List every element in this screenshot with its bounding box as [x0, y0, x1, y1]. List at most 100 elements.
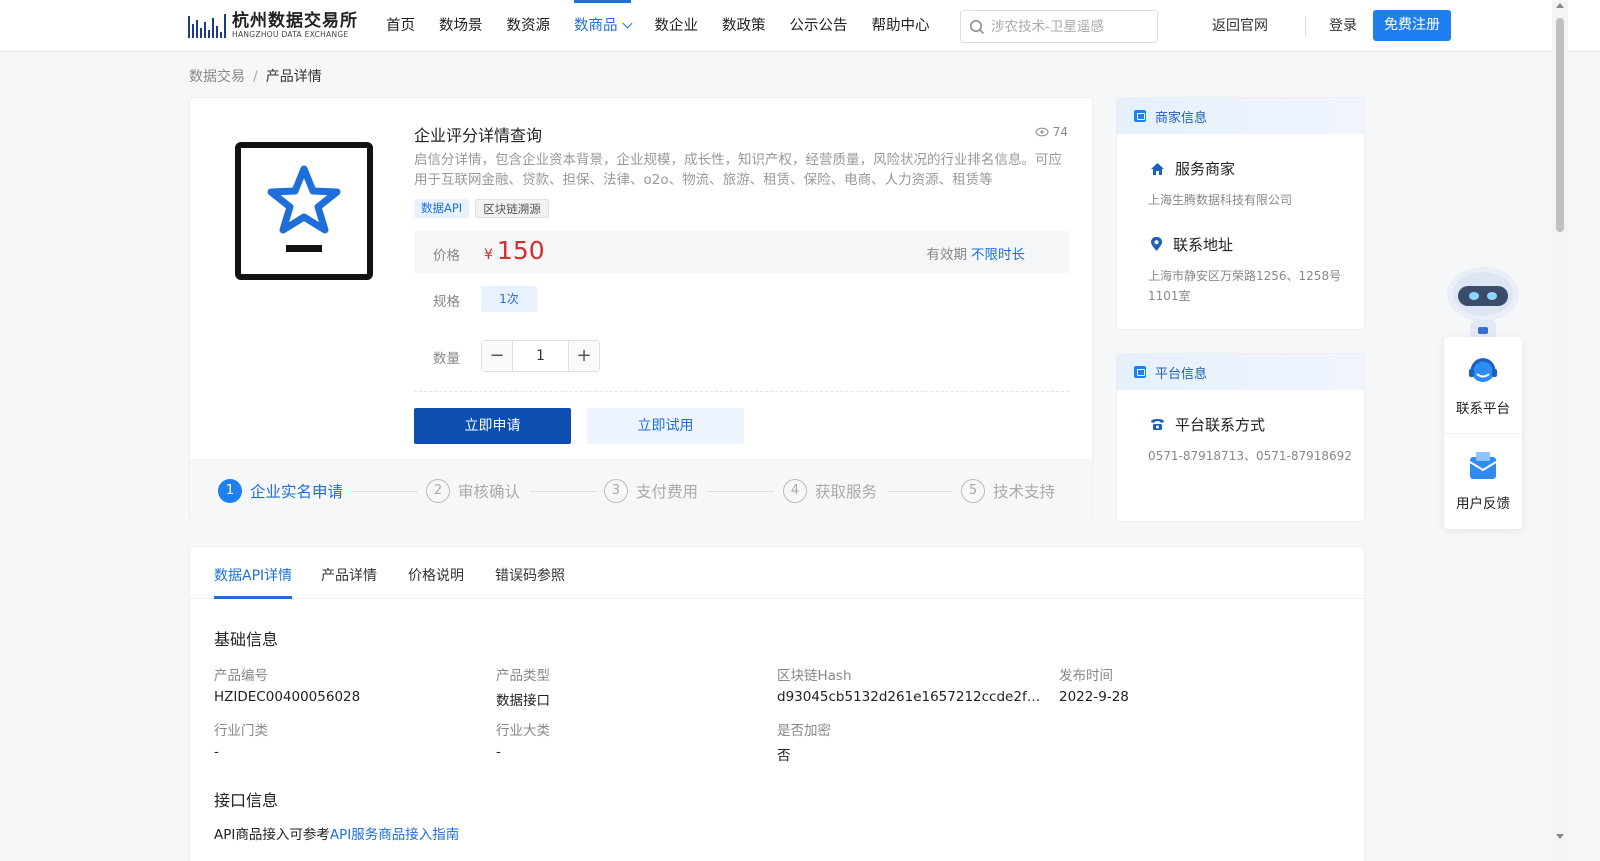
info-card-icon	[1134, 366, 1146, 378]
nav-enterprises[interactable]: 数企业	[655, 0, 699, 52]
search-input[interactable]	[991, 18, 1151, 35]
product-star-icon	[235, 142, 373, 280]
field-label: 是否加密	[777, 723, 831, 739]
api-guide-prefix: API商品接入可参考	[214, 827, 330, 843]
login-link[interactable]: 登录	[1329, 0, 1357, 52]
step-connector	[887, 491, 953, 492]
spec-option[interactable]: 1次	[481, 286, 537, 312]
nav-home[interactable]: 首页	[386, 0, 415, 52]
field-value: -	[214, 744, 219, 760]
scrollbar-thumb[interactable]	[1556, 18, 1564, 232]
field-value: 数据接口	[496, 693, 550, 709]
scroll-up-arrow-icon[interactable]	[1556, 3, 1564, 8]
apply-now-button[interactable]: 立即申请	[414, 408, 571, 444]
back-to-site-link[interactable]: 返回官网	[1212, 0, 1268, 52]
tab-data-api-details[interactable]: 数据API详情	[214, 565, 292, 585]
top-header: 杭州数据交易所 HANGZHOU DATA EXCHANGE 首页 数场景 数资…	[0, 0, 1600, 52]
logo[interactable]: 杭州数据交易所 HANGZHOU DATA EXCHANGE	[188, 9, 358, 41]
tab-price-description[interactable]: 价格说明	[408, 565, 464, 585]
field-publish-date: 发布时间 2022-9-28	[1059, 664, 1329, 705]
breadcrumb-separator: /	[253, 69, 258, 85]
product-details-card: 数据API详情 产品详情 价格说明 错误码参照 基础信息 产品编号 HZIDEC…	[189, 546, 1365, 861]
nav-products[interactable]: 数商品	[574, 0, 632, 52]
location-pin-icon	[1151, 237, 1162, 251]
merchant-info-header: 商家信息	[1117, 98, 1364, 134]
quantity-input[interactable]: 1	[513, 341, 568, 371]
scroll-down-arrow-icon[interactable]	[1556, 834, 1564, 839]
field-label: 产品类型	[496, 668, 550, 684]
tab-product-details[interactable]: 产品详情	[321, 565, 377, 585]
price-amount: 150	[496, 236, 545, 265]
step-connector	[708, 491, 774, 492]
search-box[interactable]	[960, 10, 1158, 43]
address-value: 上海市静安区万荣路1256、1258号1101室	[1148, 269, 1342, 303]
page-scrollbar[interactable]	[1552, 0, 1568, 861]
api-guide-note: API商品接入可参考API服务商品接入指南	[214, 823, 459, 843]
field-value: 2022-9-28	[1059, 689, 1129, 705]
tag-data-api: 数据API	[414, 199, 470, 218]
quantity-decrease-button[interactable]: −	[482, 341, 513, 371]
field-label: 区块链Hash	[777, 668, 852, 684]
quantity-stepper: − 1 +	[481, 340, 600, 372]
service-merchant-value: 上海生腾数据科技有限公司	[1148, 193, 1293, 207]
step-3-label: 支付费用	[636, 483, 699, 501]
try-now-button[interactable]: 立即试用	[587, 408, 744, 444]
platform-contact-heading: 平台联系方式	[1150, 414, 1265, 435]
step-3-number: 3	[604, 479, 628, 503]
logo-title: 杭州数据交易所	[232, 10, 358, 31]
nav-scenes[interactable]: 数场景	[439, 0, 483, 52]
tag-blockchain: 区块链溯源	[475, 199, 549, 218]
field-product-type: 产品类型 数据接口	[496, 664, 766, 709]
register-button[interactable]: 免费注册	[1373, 10, 1451, 41]
contact-platform-button[interactable]: 联系平台	[1444, 355, 1522, 417]
service-merchant-heading: 服务商家	[1150, 158, 1235, 179]
api-guide-link[interactable]: API服务商品接入指南	[330, 827, 459, 843]
user-feedback-button[interactable]: 用户反馈	[1444, 450, 1522, 512]
header-divider	[1305, 16, 1306, 36]
api-info-title: 接口信息	[214, 791, 279, 810]
view-count-value: 74	[1052, 125, 1068, 139]
eye-icon	[1035, 127, 1049, 137]
robot-assistant-icon[interactable]	[1444, 264, 1522, 339]
field-industry-major: 行业大类 -	[496, 719, 766, 760]
nav-policies[interactable]: 数政策	[722, 0, 766, 52]
step-1-number: 1	[218, 479, 242, 503]
platform-info-header: 平台信息	[1117, 354, 1364, 390]
field-value: d93045cb5132d261e1657212ccde2f0925…	[777, 689, 1045, 705]
step-3: 3 支付费用	[604, 479, 698, 503]
logo-subtitle: HANGZHOU DATA EXCHANGE	[232, 29, 349, 39]
chevron-down-icon	[622, 18, 632, 29]
quantity-increase-button[interactable]: +	[568, 341, 599, 371]
price-label: 价格	[433, 248, 460, 264]
headset-icon	[1469, 358, 1497, 382]
merchant-info-card: 商家信息 服务商家 上海生腾数据科技有限公司 联系地址 上海市静安区万荣路125…	[1116, 97, 1365, 330]
view-count: 74	[1035, 125, 1068, 139]
address-label: 联系地址	[1173, 236, 1234, 254]
price-value: ¥150	[484, 236, 545, 265]
phone-icon	[1151, 419, 1164, 430]
field-label: 行业大类	[496, 723, 550, 739]
field-encrypted: 是否加密 否	[777, 719, 1047, 764]
field-industry-category: 行业门类 -	[214, 719, 484, 760]
step-connector	[530, 491, 596, 492]
step-1: 1 企业实名申请	[218, 479, 343, 503]
validity-value: 不限时长	[971, 247, 1025, 263]
nav-help[interactable]: 帮助中心	[872, 0, 930, 52]
tab-error-codes[interactable]: 错误码参照	[495, 565, 565, 585]
logo-bars-icon	[188, 12, 226, 38]
product-card: 企业评分详情查询 74 启信分详情，包含企业资本背景，企业规模，成长性，知识产权…	[189, 97, 1093, 522]
field-label: 行业门类	[214, 723, 268, 739]
product-description: 启信分详情，包含企业资本背景，企业规模，成长性，知识产权，经营质量，风险状况的行…	[414, 152, 1062, 188]
product-tags: 数据API 区块链溯源	[414, 199, 549, 218]
nav-announcements[interactable]: 公示公告	[790, 0, 848, 52]
float-divider	[1444, 433, 1522, 434]
search-icon	[970, 19, 985, 34]
field-value: -	[496, 744, 501, 760]
nav-resources[interactable]: 数资源	[507, 0, 551, 52]
breadcrumb-root[interactable]: 数据交易	[189, 69, 245, 85]
field-blockchain-hash: 区块链Hash d93045cb5132d261e1657212ccde2f09…	[777, 664, 1047, 705]
step-2-number: 2	[426, 479, 450, 503]
step-1-label: 企业实名申请	[250, 483, 344, 501]
field-label: 发布时间	[1059, 668, 1113, 684]
nav-products-label: 数商品	[574, 18, 618, 34]
